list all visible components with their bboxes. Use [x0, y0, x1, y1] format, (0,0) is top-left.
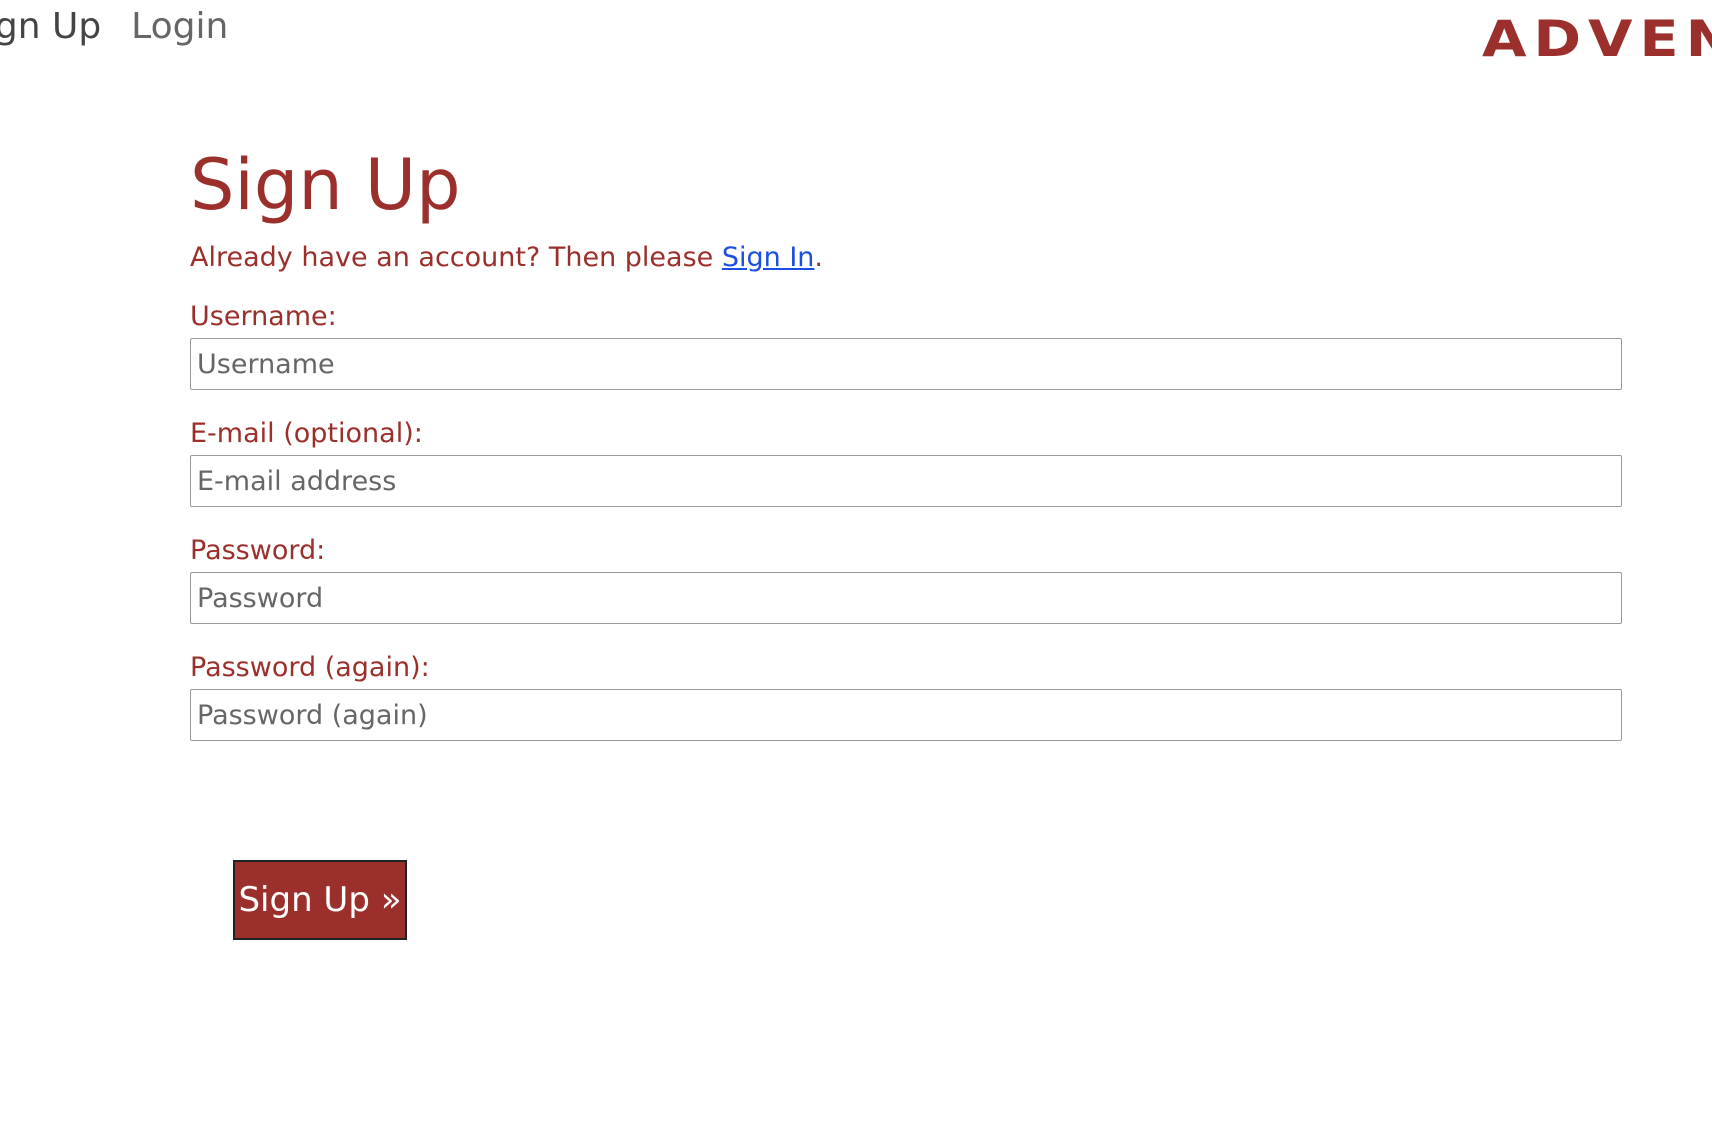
password-again-group: Password (again): — [190, 652, 1622, 741]
email-input[interactable] — [190, 455, 1622, 507]
top-nav: Sign Up Login — [0, 6, 228, 47]
username-group: Username: — [190, 301, 1622, 390]
password-again-label: Password (again): — [190, 652, 430, 683]
password-again-input[interactable] — [190, 689, 1622, 741]
email-label: E-mail (optional): — [190, 418, 423, 449]
signup-submit-button[interactable]: Sign Up » — [233, 860, 407, 940]
signin-link[interactable]: Sign In — [722, 242, 815, 273]
username-label: Username: — [190, 301, 337, 332]
username-input[interactable] — [190, 338, 1622, 390]
password-label: Password: — [190, 535, 326, 566]
signup-form: Sign Up Already have an account? Then pl… — [190, 140, 1622, 741]
password-input[interactable] — [190, 572, 1622, 624]
site-logo[interactable]: ADVENT — [1482, 10, 1712, 68]
prompt-text: Already have an account? Then please — [190, 242, 722, 273]
nav-login-link[interactable]: Login — [131, 6, 228, 47]
nav-signup-link[interactable]: Sign Up — [0, 6, 101, 47]
email-group: E-mail (optional): — [190, 418, 1622, 507]
prompt-period: . — [814, 242, 824, 273]
page-title: Sign Up — [190, 144, 461, 226]
password-group: Password: — [190, 535, 1622, 624]
signin-prompt: Already have an account? Then please Sig… — [190, 242, 1622, 273]
